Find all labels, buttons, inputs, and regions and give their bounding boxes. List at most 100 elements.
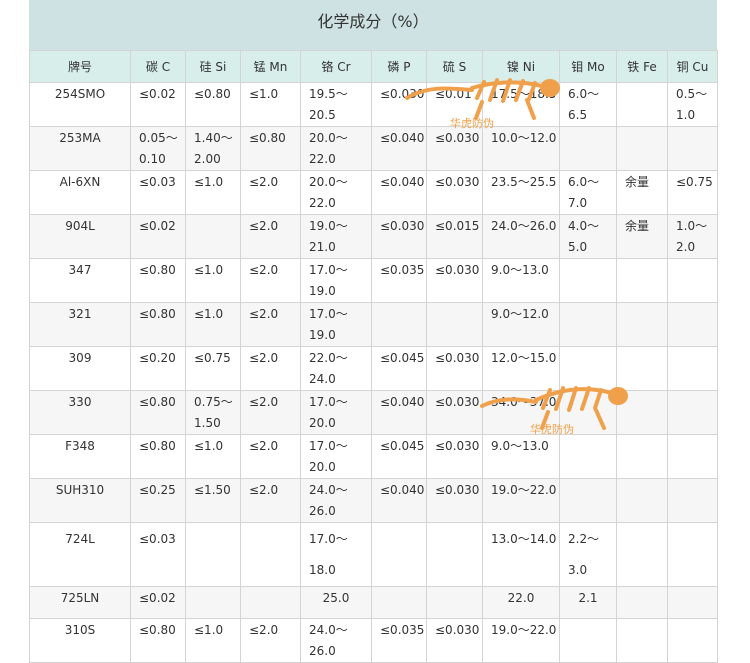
cell-carbon: ≤0.80: [130, 302, 186, 347]
cell-chromium: 19.5～ 20.5: [300, 82, 372, 127]
cell-chromium: 17.0～ 18.0: [300, 522, 372, 587]
cell-grade: F348: [29, 434, 131, 479]
cell-iron: [616, 346, 668, 391]
cell-sulfur: ≤0.030: [426, 170, 483, 215]
cell-copper: [667, 618, 718, 663]
cell-copper: [667, 390, 718, 435]
cell-manganese: ≤2.0: [240, 478, 301, 523]
cell-copper: ≤0.75: [667, 170, 718, 215]
cell-chromium: 20.0～ 22.0: [300, 126, 372, 171]
cell-grade: 725LN: [29, 586, 131, 619]
cell-silicon: ≤1.0: [185, 258, 241, 303]
table-row: 904L ≤0.02 ≤2.0 19.0～ 21.0 ≤0.030 ≤0.015 24.0～…: [29, 214, 718, 259]
cell-sulfur: ≤0.030: [426, 258, 483, 303]
cell-silicon: 1.40～ 2.00: [185, 126, 241, 171]
cell-molybdenum: [559, 390, 617, 435]
cell-nickel: 10.0～12.0: [482, 126, 560, 171]
cell-iron: [616, 478, 668, 523]
cell-nickel: 17.5～18.5: [482, 82, 560, 127]
cell-molybdenum: [559, 478, 617, 523]
cell-chromium: 20.0～ 22.0: [300, 170, 372, 215]
cell-molybdenum: 4.0～ 5.0: [559, 214, 617, 259]
table-row: 330 ≤0.80 0.75～ 1.50 ≤2.0 17.0～ 20.0 ≤0.040 ≤0…: [29, 390, 718, 435]
cell-nickel: 9.0～13.0: [482, 258, 560, 303]
table-title: 化学成分（%）: [29, 0, 717, 50]
cell-grade: 310S: [29, 618, 131, 663]
cell-chromium: 17.0～ 19.0: [300, 302, 372, 347]
table-row: 253MA 0.05～ 0.10 1.40～ 2.00 ≤0.80 20.0～ 22.0…: [29, 126, 718, 171]
header-nickel: 镍 Ni: [482, 50, 560, 83]
cell-silicon: ≤1.0: [185, 170, 241, 215]
cell-copper: [667, 586, 718, 619]
cell-molybdenum: [559, 258, 617, 303]
table-row: F348 ≤0.80 ≤1.0 ≤2.0 17.0～ 20.0 ≤0.045 ≤0.030 9…: [29, 434, 718, 479]
cell-carbon: ≤0.02: [130, 586, 186, 619]
cell-copper: [667, 126, 718, 171]
cell-silicon: [185, 522, 241, 587]
cell-grade: 330: [29, 390, 131, 435]
cell-molybdenum: [559, 302, 617, 347]
cell-chromium: 17.0～ 20.0: [300, 390, 372, 435]
cell-silicon: ≤0.80: [185, 82, 241, 127]
table-row: 725LN ≤0.02 25.0 22.0 2.1: [29, 586, 718, 619]
cell-sulfur: [426, 302, 483, 347]
cell-carbon: ≤0.80: [130, 390, 186, 435]
cell-chromium: 24.0～ 26.0: [300, 478, 372, 523]
header-silicon: 硅 Si: [185, 50, 241, 83]
header-sulfur: 硫 S: [426, 50, 483, 83]
cell-iron: [616, 390, 668, 435]
header-molybdenum: 钼 Mo: [559, 50, 617, 83]
cell-manganese: [240, 522, 301, 587]
cell-sulfur: [426, 522, 483, 587]
cell-phosphorus: [371, 302, 427, 347]
cell-grade: 321: [29, 302, 131, 347]
cell-iron: [616, 258, 668, 303]
cell-manganese: [240, 586, 301, 619]
cell-sulfur: ≤0.030: [426, 618, 483, 663]
cell-manganese: ≤2.0: [240, 258, 301, 303]
cell-grade: 254SMO: [29, 82, 131, 127]
cell-phosphorus: ≤0.040: [371, 170, 427, 215]
cell-manganese: ≤2.0: [240, 434, 301, 479]
cell-iron: [616, 522, 668, 587]
cell-copper: [667, 434, 718, 479]
table-row: 310S ≤0.80 ≤1.0 ≤2.0 24.0～ 26.0 ≤0.035 ≤0.030 1…: [29, 618, 718, 663]
cell-silicon: 0.75～ 1.50: [185, 390, 241, 435]
cell-sulfur: ≤0.030: [426, 390, 483, 435]
table-row: 254SMO ≤0.02 ≤0.80 ≤1.0 19.5～ 20.5 ≤0.030 ≤0.0…: [29, 82, 718, 127]
cell-phosphorus: ≤0.045: [371, 346, 427, 391]
cell-nickel: 24.0～26.0: [482, 214, 560, 259]
cell-silicon: ≤1.0: [185, 618, 241, 663]
header-row: 牌号 碳 C 硅 Si 锰 Mn 铬 Cr 磷 P 硫 S 镍 Ni 钼 Mo …: [29, 50, 718, 83]
cell-copper: [667, 478, 718, 523]
cell-manganese: ≤2.0: [240, 214, 301, 259]
cell-iron: 余量: [616, 214, 668, 259]
cell-grade: 309: [29, 346, 131, 391]
header-chromium: 铬 Cr: [300, 50, 372, 83]
cell-chromium: 19.0～ 21.0: [300, 214, 372, 259]
cell-phosphorus: [371, 522, 427, 587]
cell-sulfur: ≤0.030: [426, 346, 483, 391]
table-row: 347 ≤0.80 ≤1.0 ≤2.0 17.0～ 19.0 ≤0.035 ≤0.030 9.…: [29, 258, 718, 303]
table-row: Al-6XN ≤0.03 ≤1.0 ≤2.0 20.0～ 22.0 ≤0.040 ≤0.03…: [29, 170, 718, 215]
cell-manganese: ≤2.0: [240, 390, 301, 435]
header-grade: 牌号: [29, 50, 131, 83]
cell-silicon: [185, 586, 241, 619]
cell-iron: [616, 126, 668, 171]
cell-nickel: 22.0: [482, 586, 560, 619]
cell-molybdenum: 2.2～ 3.0: [559, 522, 617, 587]
cell-copper: 1.0～ 2.0: [667, 214, 718, 259]
composition-table-container: 化学成分（%） 牌号 碳 C 硅 Si 锰 Mn 铬 Cr 磷 P 硫 S 镍 …: [29, 0, 718, 663]
cell-sulfur: ≤0.015: [426, 214, 483, 259]
cell-silicon: [185, 214, 241, 259]
cell-silicon: ≤1.50: [185, 478, 241, 523]
cell-iron: 余量: [616, 170, 668, 215]
cell-manganese: ≤0.80: [240, 126, 301, 171]
cell-phosphorus: ≤0.040: [371, 478, 427, 523]
cell-copper: 0.5～ 1.0: [667, 82, 718, 127]
cell-manganese: ≤2.0: [240, 170, 301, 215]
cell-phosphorus: ≤0.035: [371, 258, 427, 303]
header-phosphorus: 磷 P: [371, 50, 427, 83]
composition-table: 牌号 碳 C 硅 Si 锰 Mn 铬 Cr 磷 P 硫 S 镍 Ni 钼 Mo …: [29, 50, 718, 663]
cell-grade: Al-6XN: [29, 170, 131, 215]
